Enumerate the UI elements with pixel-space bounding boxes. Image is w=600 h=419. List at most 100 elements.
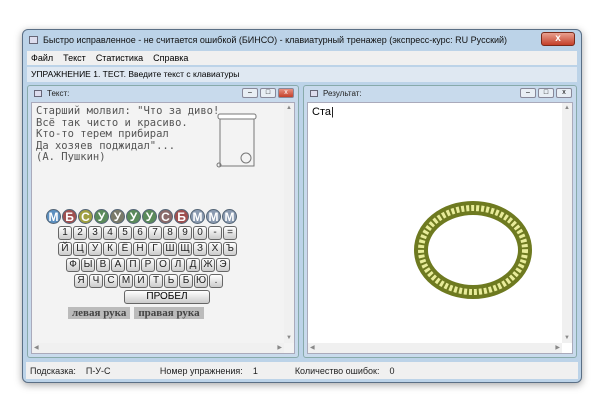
finger-label: Б [174,209,189,224]
horizontal-scrollbar[interactable]: ◀ ▶ [32,343,284,353]
finger-label: М [206,209,221,224]
close-pane-button[interactable]: x [556,88,572,98]
key: Ю [194,274,208,288]
menu-statistics[interactable]: Статистика [96,53,143,63]
result-input[interactable]: Ста| ▲ ▼ ◀ ▶ [307,102,573,354]
keyboard-row: ФЫВАПРОЛДЖЭ [66,258,256,272]
key: 3 [88,226,102,240]
key: К [103,242,117,256]
finger-label: Б [62,209,77,224]
errors-value: 0 [389,365,395,376]
menu-bar: Файл Текст Статистика Справка [27,51,577,65]
menu-text[interactable]: Текст [63,53,86,63]
key: Ы [81,258,95,272]
key: З [193,242,207,256]
key: В [96,258,110,272]
finger-label: М [46,209,61,224]
menu-help[interactable]: Справка [153,53,188,63]
key: Н [133,242,147,256]
text-pane: Текст: – □ x Старший молвил: "Что за диво!… [27,85,299,358]
key: Я [74,274,88,288]
key: Ь [164,274,178,288]
finger-label: М [190,209,205,224]
key: 1 [58,226,72,240]
exercise-label: УПРАЖНЕНИЕ 1. ТЕСТ. Введите текст с клав… [27,67,577,82]
text-area: Старший молвил: "Что за диво! Всё так чи… [31,102,295,354]
text-pane-title: Текст: [47,88,70,98]
virtual-keyboard: МБСУУУУСБМММ 1 2 3 4 5 6 7 8 9 0- = Й Ц У К Ё Н Г Ш Щ З Х Ъ Ф Ы В… [46,209,256,319]
finger-label: У [94,209,109,224]
hint-value: П-У-С [85,365,111,376]
key: И [134,274,148,288]
hint-label: Подсказка: [30,365,76,376]
horizontal-scrollbar[interactable]: ◀ ▶ [308,343,562,353]
key: 0 [193,226,207,240]
key: 2 [73,226,87,240]
key: Р [141,258,155,272]
minimize-button[interactable]: – [520,88,536,98]
menu-file[interactable]: Файл [31,53,53,63]
typed-text: Ста| [312,106,334,118]
scroll-icon [216,113,257,168]
key: Б [179,274,193,288]
close-pane-button[interactable]: x [278,88,294,98]
key: Ё [118,242,132,256]
title-bar: Быстро исправленное - не считается ошибк… [23,30,581,50]
status-bar: Подсказка: П-У-С Номер упражнения: 1 Кол… [26,362,578,379]
ring-logo-image [414,201,532,299]
key: Э [216,258,230,272]
key: 6 [133,226,147,240]
pane-icon [310,89,318,97]
keyboard-row: ЙЦУКЁНГШЩЗХЪ [58,242,256,256]
vertical-scrollbar[interactable]: ▲ ▼ [562,103,572,343]
key: Ч [89,274,103,288]
key: Ж [201,258,215,272]
key: У [88,242,102,256]
key-space: ПРОБЕЛ [124,290,210,304]
right-hand-label: правая рука [134,307,204,319]
finger-label: У [110,209,125,224]
finger-label: М [222,209,237,224]
result-pane: Результат: – □ x Ста| ▲ ▼ ◀ ▶ [303,85,577,358]
vertical-scrollbar[interactable]: ▲ ▼ [284,103,294,343]
key: Г [148,242,162,256]
key: . [209,274,223,288]
key: Й [58,242,72,256]
left-hand-label: левая рука [68,307,131,319]
errors-label: Количество ошибок: [294,365,380,376]
exercise-number-value: 1 [252,365,258,376]
key: 4 [103,226,117,240]
key: Ъ [223,242,237,256]
finger-label: С [78,209,93,224]
keyboard-row: 1 2 3 4 5 6 7 8 9 0- = [58,226,256,240]
key: 7 [148,226,162,240]
keyboard-row: ЯЧСМИТЬБЮ. [74,274,256,288]
key: 9 [178,226,192,240]
app-window: Быстро исправленное - не считается ошибк… [22,29,582,383]
key: 5 [118,226,132,240]
key: Ф [66,258,80,272]
key: М [119,274,133,288]
key: О [156,258,170,272]
window-title: Быстро исправленное - не считается ошибк… [43,35,508,45]
maximize-button[interactable]: □ [260,88,276,98]
exercise-text: Старший молвил: "Что за диво! Всё так чи… [36,105,220,163]
key: - [208,226,222,240]
key: Ц [73,242,87,256]
key: Щ [178,242,192,256]
close-button[interactable]: x [541,32,575,46]
finger-label: У [126,209,141,224]
key: Д [186,258,200,272]
key: = [223,226,237,240]
key: 8 [163,226,177,240]
key: П [126,258,140,272]
finger-label: У [142,209,157,224]
maximize-button[interactable]: □ [538,88,554,98]
key: Л [171,258,185,272]
pane-icon [34,89,42,97]
minimize-button[interactable]: – [242,88,258,98]
key: С [104,274,118,288]
key: Т [149,274,163,288]
result-pane-title: Результат: [323,88,362,98]
key: А [111,258,125,272]
